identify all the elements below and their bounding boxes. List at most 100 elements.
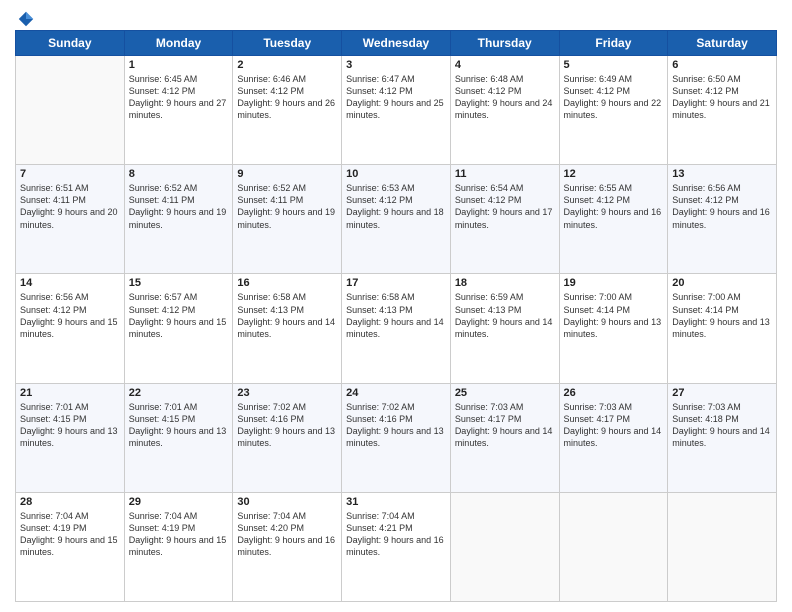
calendar-cell: 11Sunrise: 6:54 AM Sunset: 4:12 PM Dayli… [450, 165, 559, 274]
calendar-cell: 19Sunrise: 7:00 AM Sunset: 4:14 PM Dayli… [559, 274, 668, 383]
calendar-cell: 29 Sunrise: 7:04 AM Sunset: 4:19 PM Dayli… [124, 492, 233, 601]
day-number: 29 [129, 496, 229, 508]
calendar-cell: 30 Sunrise: 7:04 AM Sunset: 4:20 PM Dayli… [233, 492, 342, 601]
calendar-cell: 28 Sunrise: 7:04 AM Sunset: 4:19 PM Dayli… [16, 492, 125, 601]
calendar-cell: 5 Sunrise: 6:49 AM Sunset: 4:12 PM Daylig… [559, 56, 668, 165]
day-info: Sunrise: 7:04 AM Sunset: 4:20 PM Dayligh… [237, 510, 337, 559]
day-info: Sunrise: 6:58 AM Sunset: 4:13 PM Dayligh… [346, 291, 446, 340]
day-number: 30 [237, 496, 337, 508]
day-info: Sunrise: 6:51 AM Sunset: 4:11 PM Dayligh… [20, 182, 120, 231]
day-info: Sunrise: 7:00 AM Sunset: 4:14 PM Dayligh… [672, 291, 772, 340]
day-info: Sunrise: 7:04 AM Sunset: 4:19 PM Dayligh… [20, 510, 120, 559]
calendar-cell [16, 56, 125, 165]
calendar-cell: 13Sunrise: 6:56 AM Sunset: 4:12 PM Dayli… [668, 165, 777, 274]
calendar-cell: 12 Sunrise: 6:55 AM Sunset: 4:12 PM Dayli… [559, 165, 668, 274]
day-info: Sunrise: 6:47 AM Sunset: 4:12 PM Dayligh… [346, 73, 446, 122]
day-info: Sunrise: 7:01 AM Sunset: 4:15 PM Dayligh… [129, 401, 229, 450]
header-monday: Monday [124, 31, 233, 56]
calendar-cell: 14 Sunrise: 6:56 AM Sunset: 4:12 PM Dayli… [16, 274, 125, 383]
day-info: Sunrise: 7:02 AM Sunset: 4:16 PM Dayligh… [237, 401, 337, 450]
day-info: Sunrise: 6:52 AM Sunset: 4:11 PM Dayligh… [237, 182, 337, 231]
header-tuesday: Tuesday [233, 31, 342, 56]
day-number: 16 [237, 277, 337, 289]
calendar-cell [668, 492, 777, 601]
calendar-cell: 26 Sunrise: 7:03 AM Sunset: 4:17 PM Dayli… [559, 383, 668, 492]
header-wednesday: Wednesday [342, 31, 451, 56]
day-number: 26 [564, 387, 664, 399]
day-info: Sunrise: 6:59 AM Sunset: 4:13 PM Dayligh… [455, 291, 555, 340]
day-info: Sunrise: 6:49 AM Sunset: 4:12 PM Dayligh… [564, 73, 664, 122]
calendar-cell: 1 Sunrise: 6:45 AM Sunset: 4:12 PM Daylig… [124, 56, 233, 165]
day-number: 28 [20, 496, 120, 508]
day-number: 20 [672, 277, 772, 289]
header-saturday: Saturday [668, 31, 777, 56]
day-info: Sunrise: 7:03 AM Sunset: 4:17 PM Dayligh… [455, 401, 555, 450]
day-info: Sunrise: 6:58 AM Sunset: 4:13 PM Dayligh… [237, 291, 337, 340]
header [15, 10, 777, 24]
day-info: Sunrise: 6:57 AM Sunset: 4:12 PM Dayligh… [129, 291, 229, 340]
day-number: 5 [564, 59, 664, 71]
calendar-cell: 31 Sunrise: 7:04 AM Sunset: 4:21 PM Dayli… [342, 492, 451, 601]
day-number: 2 [237, 59, 337, 71]
calendar-cell [450, 492, 559, 601]
calendar-cell: 23 Sunrise: 7:02 AM Sunset: 4:16 PM Dayli… [233, 383, 342, 492]
day-number: 14 [20, 277, 120, 289]
day-number: 8 [129, 168, 229, 180]
calendar-week-row: 1 Sunrise: 6:45 AM Sunset: 4:12 PM Daylig… [16, 56, 777, 165]
calendar-cell [559, 492, 668, 601]
header-friday: Friday [559, 31, 668, 56]
day-number: 23 [237, 387, 337, 399]
day-info: Sunrise: 7:02 AM Sunset: 4:16 PM Dayligh… [346, 401, 446, 450]
calendar-cell: 17 Sunrise: 6:58 AM Sunset: 4:13 PM Dayli… [342, 274, 451, 383]
day-number: 6 [672, 59, 772, 71]
day-number: 3 [346, 59, 446, 71]
day-number: 9 [237, 168, 337, 180]
calendar-cell: 2 Sunrise: 6:46 AM Sunset: 4:12 PM Daylig… [233, 56, 342, 165]
day-info: Sunrise: 6:48 AM Sunset: 4:12 PM Dayligh… [455, 73, 555, 122]
day-info: Sunrise: 7:00 AM Sunset: 4:14 PM Dayligh… [564, 291, 664, 340]
calendar-cell: 7 Sunrise: 6:51 AM Sunset: 4:11 PM Daylig… [16, 165, 125, 274]
calendar-week-row: 14 Sunrise: 6:56 AM Sunset: 4:12 PM Dayli… [16, 274, 777, 383]
day-number: 1 [129, 59, 229, 71]
day-info: Sunrise: 7:04 AM Sunset: 4:19 PM Dayligh… [129, 510, 229, 559]
day-info: Sunrise: 6:46 AM Sunset: 4:12 PM Dayligh… [237, 73, 337, 122]
day-info: Sunrise: 6:50 AM Sunset: 4:12 PM Dayligh… [672, 73, 772, 122]
calendar-cell: 16 Sunrise: 6:58 AM Sunset: 4:13 PM Dayli… [233, 274, 342, 383]
day-info: Sunrise: 6:56 AM Sunset: 4:12 PM Dayligh… [20, 291, 120, 340]
day-info: Sunrise: 6:45 AM Sunset: 4:12 PM Dayligh… [129, 73, 229, 122]
day-info: Sunrise: 6:52 AM Sunset: 4:11 PM Dayligh… [129, 182, 229, 231]
page: SundayMondayTuesdayWednesdayThursdayFrid… [0, 0, 792, 612]
calendar-week-row: 28 Sunrise: 7:04 AM Sunset: 4:19 PM Dayli… [16, 492, 777, 601]
calendar-cell: 20 Sunrise: 7:00 AM Sunset: 4:14 PM Dayli… [668, 274, 777, 383]
day-number: 24 [346, 387, 446, 399]
day-info: Sunrise: 6:55 AM Sunset: 4:12 PM Dayligh… [564, 182, 664, 231]
day-info: Sunrise: 6:54 AM Sunset: 4:12 PM Dayligh… [455, 182, 555, 231]
day-number: 4 [455, 59, 555, 71]
calendar-cell: 27 Sunrise: 7:03 AM Sunset: 4:18 PM Dayli… [668, 383, 777, 492]
day-number: 27 [672, 387, 772, 399]
day-number: 12 [564, 168, 664, 180]
day-info: Sunrise: 6:53 AM Sunset: 4:12 PM Dayligh… [346, 182, 446, 231]
calendar-cell: 8 Sunrise: 6:52 AM Sunset: 4:11 PM Daylig… [124, 165, 233, 274]
calendar-cell: 10 Sunrise: 6:53 AM Sunset: 4:12 PM Dayli… [342, 165, 451, 274]
header-sunday: Sunday [16, 31, 125, 56]
calendar-cell: 9 Sunrise: 6:52 AM Sunset: 4:11 PM Daylig… [233, 165, 342, 274]
day-info: Sunrise: 6:56 AM Sunset: 4:12 PM Dayligh… [672, 182, 772, 231]
day-number: 18 [455, 277, 555, 289]
day-number: 25 [455, 387, 555, 399]
day-info: Sunrise: 7:03 AM Sunset: 4:17 PM Dayligh… [564, 401, 664, 450]
day-info: Sunrise: 7:04 AM Sunset: 4:21 PM Dayligh… [346, 510, 446, 559]
calendar-header-row: SundayMondayTuesdayWednesdayThursdayFrid… [16, 31, 777, 56]
day-info: Sunrise: 7:03 AM Sunset: 4:18 PM Dayligh… [672, 401, 772, 450]
logo [15, 10, 35, 24]
day-number: 7 [20, 168, 120, 180]
calendar-cell: 22Sunrise: 7:01 AM Sunset: 4:15 PM Dayli… [124, 383, 233, 492]
calendar-cell: 24 Sunrise: 7:02 AM Sunset: 4:16 PM Dayli… [342, 383, 451, 492]
day-number: 10 [346, 168, 446, 180]
calendar-week-row: 7 Sunrise: 6:51 AM Sunset: 4:11 PM Daylig… [16, 165, 777, 274]
day-number: 17 [346, 277, 446, 289]
day-info: Sunrise: 7:01 AM Sunset: 4:15 PM Dayligh… [20, 401, 120, 450]
day-number: 21 [20, 387, 120, 399]
calendar-cell: 15Sunrise: 6:57 AM Sunset: 4:12 PM Dayli… [124, 274, 233, 383]
day-number: 31 [346, 496, 446, 508]
